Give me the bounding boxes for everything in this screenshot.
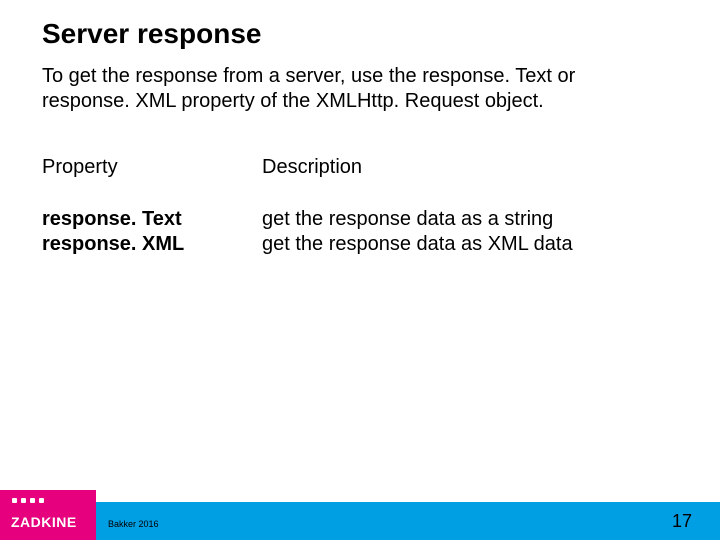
table-header-row: Property Description <box>42 156 678 207</box>
table-row: response. Text response. XML get the res… <box>42 207 678 285</box>
slide: Server response To get the response from… <box>0 0 720 540</box>
prop-text-2: response. XML <box>42 232 262 257</box>
property-table: Property Description response. Text resp… <box>42 156 678 285</box>
header-description: Description <box>262 156 678 207</box>
logo-text: ZADKINE <box>11 514 77 530</box>
logo-dots-icon <box>12 498 44 503</box>
content-area: Server response To get the response from… <box>0 0 720 285</box>
header-property: Property <box>42 156 262 207</box>
desc-text-1: get the response data as a string <box>262 207 678 232</box>
cell-description: get the response data as a string get th… <box>262 207 678 285</box>
page-number: 17 <box>672 511 692 532</box>
intro-paragraph: To get the response from a server, use t… <box>42 64 642 114</box>
cell-property: response. Text response. XML <box>42 207 262 285</box>
desc-text-2: get the response data as XML data <box>262 232 678 257</box>
footer-author: Bakker 2016 <box>108 519 159 529</box>
zadkine-logo: ZADKINE <box>0 490 96 540</box>
prop-text-1: response. Text <box>42 207 262 232</box>
footer-bar: Bakker 2016 17 <box>0 502 720 540</box>
slide-title: Server response <box>42 18 678 50</box>
